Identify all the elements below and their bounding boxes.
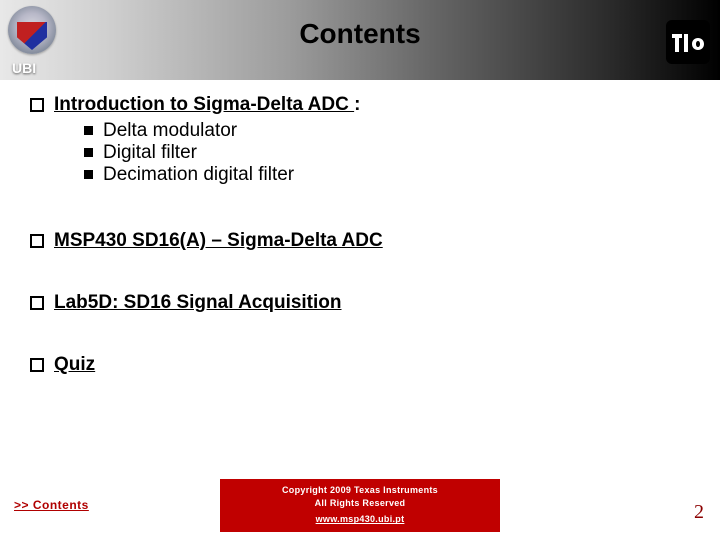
toc-sub-label: Digital filter: [103, 142, 197, 163]
bullet-square-icon: [84, 148, 93, 157]
copyright-box: Copyright 2009 Texas Instruments All Rig…: [220, 479, 500, 532]
toc-sub-delta-modulator: Delta modulator: [84, 120, 690, 142]
toc-sub-label: Decimation digital filter: [103, 164, 294, 185]
copyright-line2: All Rights Reserved: [226, 497, 494, 510]
toc-item-intro: Introduction to Sigma-Delta ADC : Delta …: [30, 94, 690, 186]
toc-item-quiz: Quiz: [30, 354, 690, 376]
slide-footer: >> Contents Copyright 2009 Texas Instrum…: [0, 492, 720, 540]
toc-sub-label: Delta modulator: [103, 120, 237, 141]
toc-item-msp430: MSP430 SD16(A) – Sigma-Delta ADC: [30, 230, 690, 252]
toc-item-lab5d: Lab5D: SD16 Signal Acquisition: [30, 292, 690, 314]
contents-nav-link[interactable]: >> Contents: [14, 498, 89, 512]
toc-link-msp430[interactable]: MSP430 SD16(A) – Sigma-Delta ADC: [54, 230, 383, 252]
ti-logo-icon: [666, 20, 710, 64]
slide-body: Introduction to Sigma-Delta ADC : Delta …: [30, 94, 690, 416]
toc-link-quiz[interactable]: Quiz: [54, 354, 95, 376]
ubi-label: UBI: [12, 60, 36, 76]
bullet-square-icon: [84, 126, 93, 135]
page-title: Contents: [0, 18, 720, 50]
toc-sub-decimation: Decimation digital filter: [84, 164, 690, 186]
toc-link-intro[interactable]: Introduction to Sigma-Delta ADC: [54, 94, 354, 115]
toc-item-suffix: :: [354, 94, 360, 115]
bullet-box-icon: [30, 234, 44, 248]
page-number: 2: [694, 501, 704, 524]
bullet-box-icon: [30, 296, 44, 310]
copyright-line1: Copyright 2009 Texas Instruments: [226, 484, 494, 497]
footer-url-link[interactable]: www.msp430.ubi.pt: [316, 514, 405, 524]
bullet-box-icon: [30, 358, 44, 372]
bullet-box-icon: [30, 98, 44, 112]
slide: UBI Contents Introduction to Sigma-Delta…: [0, 0, 720, 540]
toc-sub-digital-filter: Digital filter: [84, 142, 690, 164]
bullet-square-icon: [84, 170, 93, 179]
toc-link-lab5d[interactable]: Lab5D: SD16 Signal Acquisition: [54, 292, 342, 314]
slide-header: UBI Contents: [0, 0, 720, 80]
